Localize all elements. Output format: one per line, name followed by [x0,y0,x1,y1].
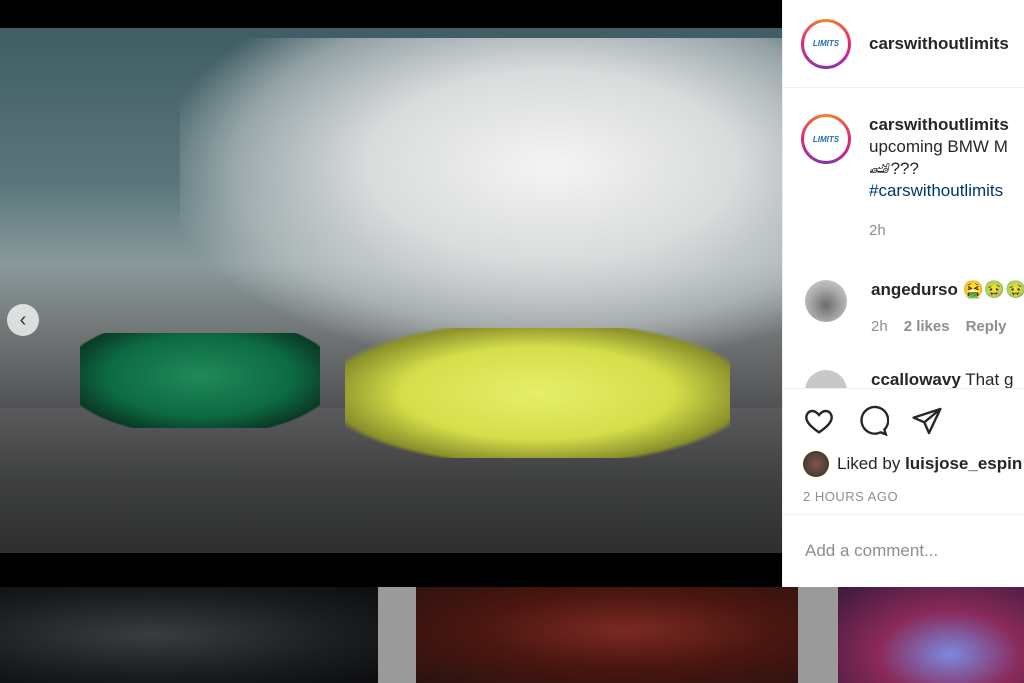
comment-icon[interactable] [857,405,889,437]
comment-item: angedurso 🤮🤢🤢 2h 2 likes Reply [805,280,1024,335]
thumbnail-post[interactable] [838,587,1024,683]
liker-avatar[interactable] [803,451,829,477]
caption-line2: 🏎??? [869,159,919,178]
likes-summary: Liked by luisjose_espin [803,451,1022,477]
reply-button[interactable]: Reply [966,318,1007,335]
caption: LIMITS carswithoutlimits upcoming BMW M … [801,114,1009,242]
action-bar: Liked by luisjose_espin 2 HOURS AGO [783,388,1024,504]
yellow-car [345,328,730,458]
comment-item: ccallowavy That g [805,370,1013,388]
comment-text: 🤮🤢🤢 [962,280,1024,299]
comment-likes[interactable]: 2 likes [904,318,950,335]
related-posts [0,587,1024,683]
add-comment-area [783,514,1024,587]
caption-text: carswithoutlimits upcoming BMW M 🏎??? #c… [869,114,1009,242]
caption-line1: upcoming BMW M [869,137,1008,156]
commenter-username[interactable]: ccallowavy [871,370,961,388]
commenter-avatar[interactable] [805,370,847,388]
thumbnail-post[interactable] [416,587,798,683]
avatar-logo: LIMITS [804,117,848,161]
post-side-panel: LIMITS carswithoutlimits LIMITS carswith… [782,0,1024,587]
commenter-avatar[interactable] [805,280,847,322]
thumbnail-post[interactable] [0,587,378,683]
green-car [80,333,320,428]
cloud-scenery [180,38,782,358]
thumbnail-gap [798,587,838,683]
heart-icon[interactable] [803,405,835,437]
caption-hashtag[interactable]: #carswithoutlimits [869,180,1009,202]
avatar[interactable]: LIMITS [801,18,851,69]
commenter-username[interactable]: angedurso [871,280,958,299]
comment-time[interactable]: 2h [871,318,888,335]
header-username[interactable]: carswithoutlimits [869,34,1009,54]
caption-avatar[interactable]: LIMITS [801,114,851,164]
comment-text: That g [965,370,1014,388]
liker-username[interactable]: luisjose_espin [905,454,1022,473]
caption-time[interactable]: 2h [869,220,1009,242]
comment-input[interactable] [805,541,1005,561]
avatar-logo: LIMITS [804,21,848,66]
post-image[interactable]: ‹ [0,28,782,553]
post-header: LIMITS carswithoutlimits [783,0,1024,88]
share-icon[interactable] [911,405,943,437]
liked-by-label: Liked by [837,454,901,473]
post-timestamp[interactable]: 2 HOURS AGO [803,489,1005,504]
caption-username[interactable]: carswithoutlimits [869,115,1009,134]
thumbnail-gap [378,587,416,683]
previous-arrow-icon[interactable]: ‹ [7,304,39,336]
